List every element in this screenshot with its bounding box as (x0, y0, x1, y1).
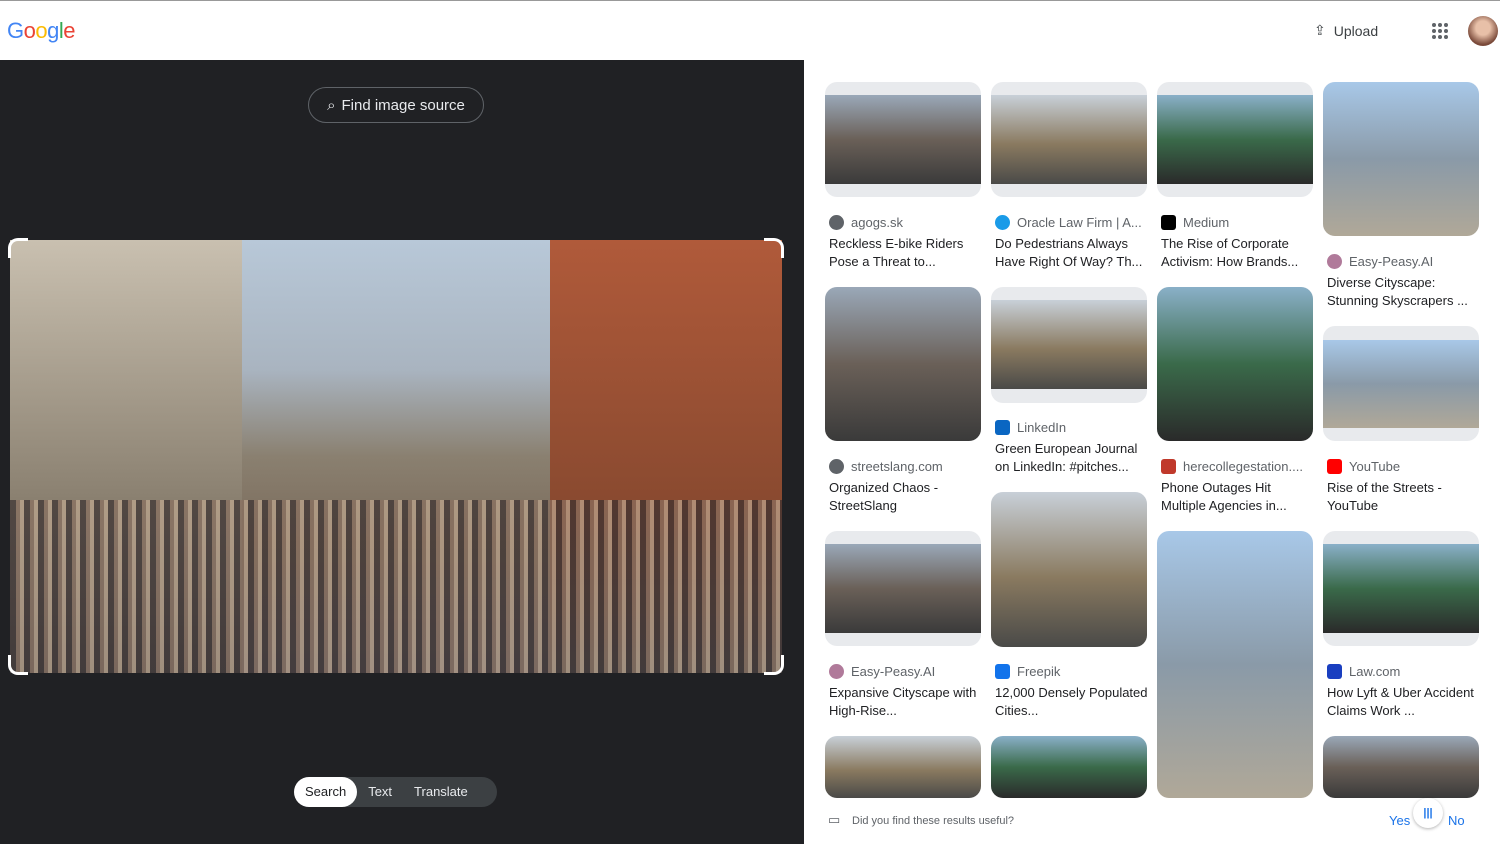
result-thumbnail[interactable] (1157, 82, 1313, 197)
apps-grid-icon[interactable] (1432, 23, 1448, 39)
mode-tabs: Search Text Translate (294, 777, 497, 807)
crop-handle-bottom-right[interactable] (764, 655, 784, 675)
avatar[interactable] (1468, 16, 1498, 46)
globe-icon (829, 459, 844, 474)
result-source[interactable]: Oracle Law Firm | A... (995, 215, 1151, 230)
result-source[interactable]: agogs.sk (829, 215, 985, 230)
result-source-label: Medium (1183, 215, 1230, 230)
result-thumbnail[interactable] (825, 736, 981, 798)
upload-button[interactable]: ⇪ Upload (1314, 22, 1378, 39)
result-title[interactable]: How Lyft & Uber Accident Claims Work ... (1327, 684, 1483, 720)
result-source-label: herecollegestation.... (1183, 459, 1303, 474)
upload-label: Upload (1333, 22, 1379, 39)
result-source[interactable]: LinkedIn (995, 420, 1151, 435)
result-thumbnail[interactable] (1323, 736, 1479, 798)
result-thumbnail[interactable] (1323, 326, 1479, 441)
result-thumbnail[interactable] (991, 287, 1147, 403)
upload-icon: ⇪ (1314, 22, 1326, 38)
result-source-label: Easy-Peasy.AI (1349, 254, 1434, 269)
result-title[interactable]: Expansive Cityscape with High-Rise... (829, 684, 985, 720)
result-thumbnail[interactable] (1157, 531, 1313, 798)
result-source[interactable]: YouTube (1327, 459, 1483, 474)
result-title[interactable]: Organized Chaos - StreetSlang (829, 479, 985, 515)
header: Google ⇪ Upload (0, 0, 1500, 60)
easy-peasy-icon (1327, 254, 1342, 269)
result-title[interactable]: Diverse Cityscape: Stunning Skyscrapers … (1327, 274, 1483, 310)
tab-search[interactable]: Search (294, 777, 358, 807)
result-thumbnail[interactable] (1323, 82, 1479, 236)
feedback-icon: ▭ (828, 812, 841, 827)
youtube-icon (1327, 459, 1342, 474)
result-source[interactable]: streetslang.com (829, 459, 985, 474)
linkedin-icon (995, 420, 1010, 435)
image-panel: ⌕ Find image source Search Text Translat… (0, 60, 804, 844)
result-thumbnail[interactable] (991, 736, 1147, 798)
result-thumbnail[interactable] (825, 531, 981, 646)
easy-peasy-icon (829, 664, 844, 679)
results-panel: agogs.sk Reckless E-bike Riders Pose a Th… (804, 60, 1500, 844)
medium-icon (1161, 215, 1176, 230)
find-image-source-button[interactable]: ⌕ Find image source (308, 87, 484, 123)
find-image-source-label: Find image source (341, 96, 465, 114)
result-thumbnail[interactable] (991, 492, 1147, 647)
result-source[interactable]: herecollegestation.... (1161, 459, 1317, 474)
result-thumbnail[interactable] (1157, 287, 1313, 441)
feedback-no-button[interactable]: No (1448, 813, 1465, 828)
result-title[interactable]: Green European Journal on LinkedIn: #pit… (995, 440, 1151, 476)
herecollegestation-icon (1161, 459, 1176, 474)
result-thumbnail[interactable] (991, 82, 1147, 197)
result-title[interactable]: Do Pedestrians Always Have Right Of Way?… (995, 235, 1151, 271)
result-source[interactable]: Freepik (995, 664, 1151, 679)
crop-handle-top-right[interactable] (764, 238, 784, 258)
globe-icon (829, 215, 844, 230)
result-source[interactable]: Easy-Peasy.AI (829, 664, 985, 679)
result-source[interactable]: Medium (1161, 215, 1317, 230)
google-logo[interactable]: Google (7, 18, 76, 44)
result-title[interactable]: Reckless E-bike Riders Pose a Threat to.… (829, 235, 985, 271)
result-title[interactable]: Phone Outages Hit Multiple Agencies in..… (1161, 479, 1317, 515)
tab-text[interactable]: Text (357, 777, 403, 807)
tab-translate[interactable]: Translate (403, 777, 479, 807)
result-source-label: Oracle Law Firm | A... (1017, 215, 1142, 230)
result-title[interactable]: Rise of the Streets - YouTube (1327, 479, 1483, 515)
query-image[interactable] (8, 238, 784, 675)
freepik-icon (995, 664, 1010, 679)
result-thumbnail[interactable] (1323, 531, 1479, 646)
crop-handle-bottom-left[interactable] (8, 655, 28, 675)
result-source-label: streetslang.com (851, 459, 943, 474)
feedback-bar: ▭ Did you find these results useful? Yes… (804, 798, 1500, 844)
assistant-icon[interactable]: ||| (1413, 798, 1443, 828)
result-source-label: Easy-Peasy.AI (851, 664, 936, 679)
lens-search-icon: ⌕ (327, 96, 336, 114)
result-title[interactable]: The Rise of Corporate Activism: How Bran… (1161, 235, 1317, 271)
result-thumbnail[interactable] (825, 82, 981, 197)
result-source-label: Freepik (1017, 664, 1061, 679)
result-source[interactable]: Law.com (1327, 664, 1483, 679)
result-source-label: agogs.sk (851, 215, 904, 230)
result-source[interactable]: Easy-Peasy.AI (1327, 254, 1483, 269)
crop-handle-top-left[interactable] (8, 238, 28, 258)
feedback-yes-button[interactable]: Yes (1389, 813, 1410, 828)
result-thumbnail[interactable] (825, 287, 981, 441)
feedback-question: Did you find these results useful? (852, 815, 1015, 827)
result-title[interactable]: 12,000 Densely Populated Cities... (995, 684, 1151, 720)
result-source-label: Law.com (1349, 664, 1401, 679)
result-source-label: YouTube (1349, 459, 1401, 474)
oracle-icon (995, 215, 1010, 230)
lawcom-icon (1327, 664, 1342, 679)
result-source-label: LinkedIn (1017, 420, 1067, 435)
